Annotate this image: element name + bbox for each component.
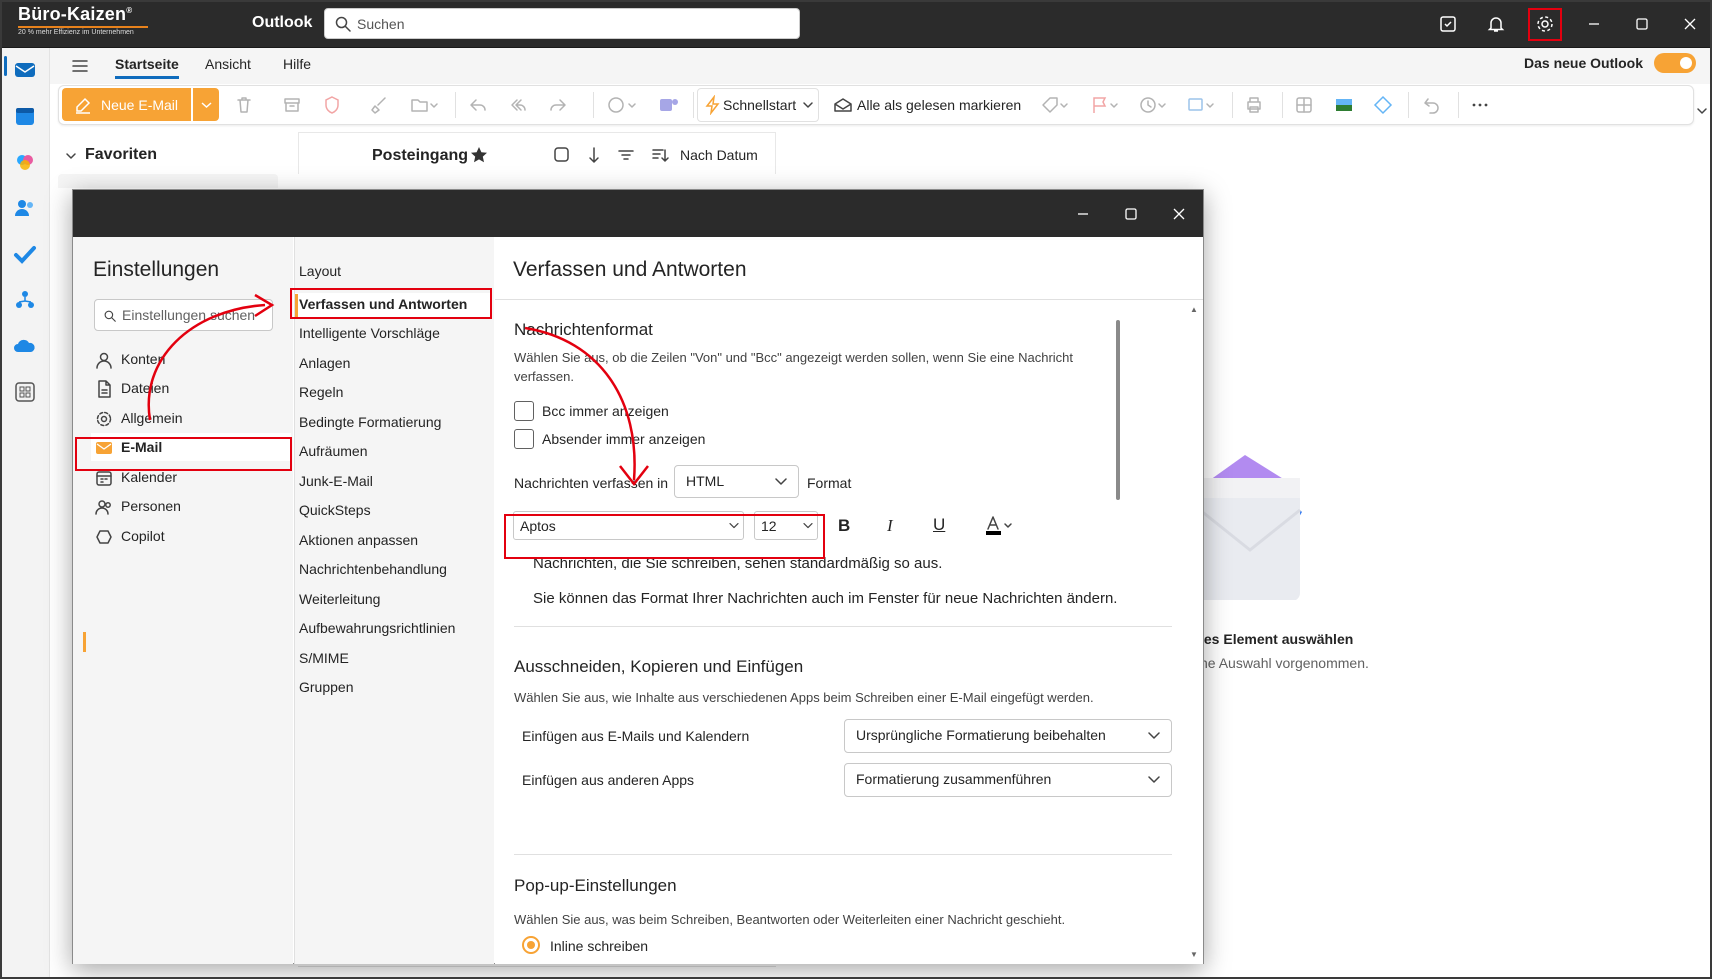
annotation-arrows xyxy=(147,293,649,487)
